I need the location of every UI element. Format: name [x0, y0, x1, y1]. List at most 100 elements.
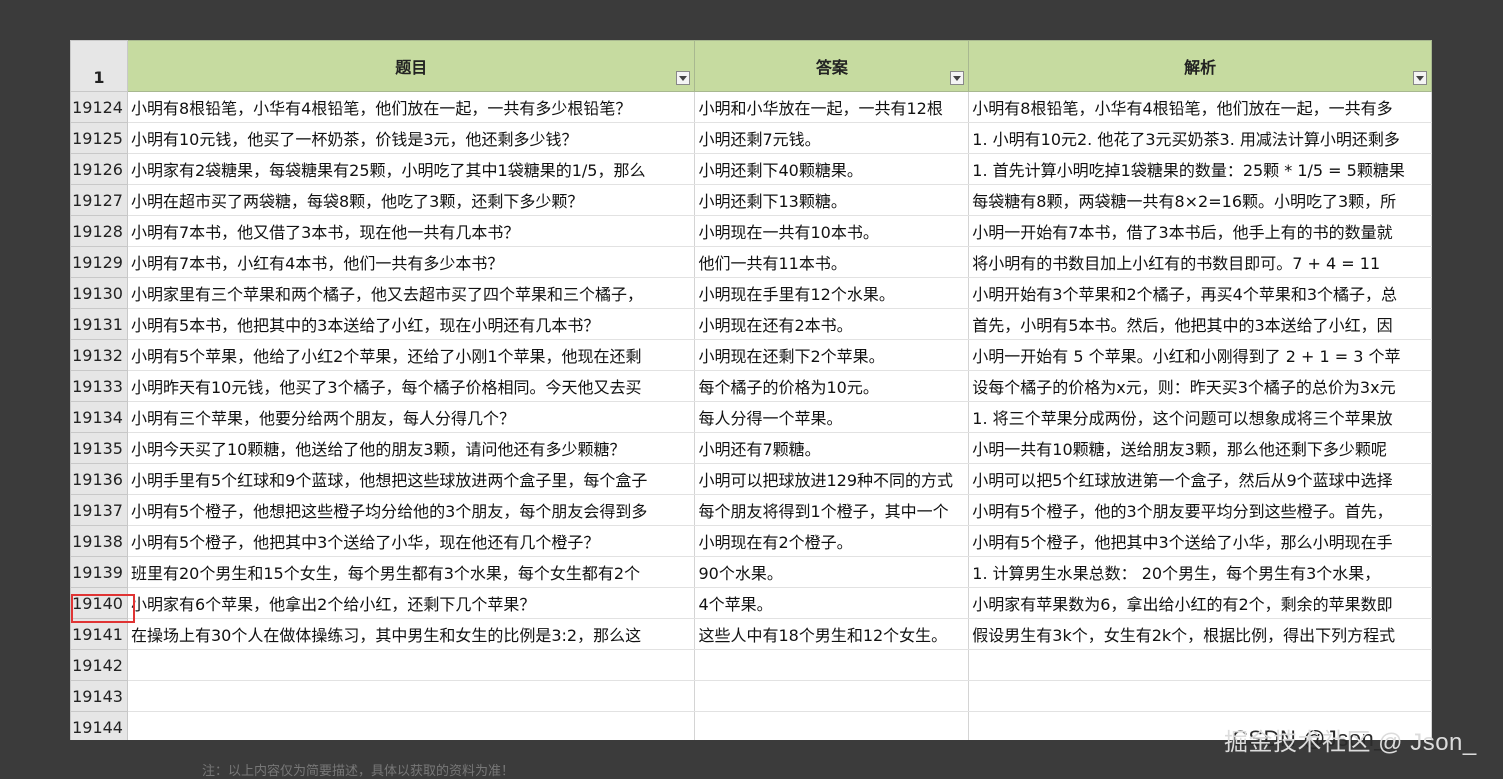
cell-answer[interactable]: 小明现在手里有12个水果。 — [694, 277, 970, 309]
cell-answer[interactable] — [694, 649, 970, 681]
cell-explanation[interactable]: 1. 计算男生水果总数： 20个男生，每个男生有3个水果， — [968, 556, 1432, 588]
cell-explanation[interactable]: 1. 首先计算小明吃掉1袋糖果的数量：25颗 * 1/5 = 5颗糖果 — [968, 153, 1432, 185]
cell-question[interactable]: 小明有5个苹果，他给了小红2个苹果，还给了小刚1个苹果，他现在还剩 — [127, 339, 696, 371]
row-number[interactable]: 19124 — [70, 91, 128, 123]
row-number[interactable]: 19143 — [70, 680, 128, 712]
filter-dropdown-icon[interactable] — [676, 71, 691, 85]
filter-dropdown-icon[interactable] — [950, 71, 965, 85]
cell-question[interactable]: 小明有5个橙子，他想把这些橙子均分给他的3个朋友，每个朋友会得到多 — [127, 494, 696, 526]
cell-answer[interactable]: 小明还有7颗糖。 — [694, 432, 970, 464]
cell-answer[interactable]: 小明现在还剩下2个苹果。 — [694, 339, 970, 371]
row-number[interactable]: 19139 — [70, 556, 128, 588]
cell-question[interactable]: 班里有20个男生和15个女生，每个男生都有3个水果，每个女生都有2个 — [127, 556, 696, 588]
row-number[interactable]: 19138 — [70, 525, 128, 557]
cell-explanation[interactable]: 小明家有苹果数为6，拿出给小红的有2个，剩余的苹果数即 — [968, 587, 1432, 619]
column-header-question[interactable]: 题目 — [126, 40, 696, 92]
cell-explanation[interactable]: 假设男生有3k个，女生有2k个，根据比例，得出下列方程式 — [968, 618, 1432, 650]
cell-explanation[interactable]: 将小明有的书数目加上小红有的书数目即可。7 + 4 = 11 — [968, 246, 1432, 278]
cell-answer[interactable] — [694, 711, 970, 740]
cell-question[interactable]: 小明有10元钱，他买了一杯奶茶，价钱是3元，他还剩多少钱？ — [127, 122, 696, 154]
column-header-explanation[interactable]: 解析 — [968, 40, 1432, 92]
cell-question[interactable]: 小明有8根铅笔，小华有4根铅笔，他们放在一起，一共有多少根铅笔？ — [127, 91, 696, 123]
cell-explanation[interactable]: 小明有5个橙子，他把其中3个送给了小华，那么小明现在手 — [968, 525, 1432, 557]
table-row: 19134 小明有三个苹果，他要分给两个朋友，每人分得几个？ 每人分得一个苹果。 1.… — [70, 401, 1432, 433]
cell-explanation[interactable]: 小明有8根铅笔，小华有4根铅笔，他们放在一起，一共有多 — [968, 91, 1432, 123]
cell-question[interactable]: 小明今天买了10颗糖，他送给了他的朋友3颗，请问他还有多少颗糖？ — [127, 432, 696, 464]
cell-explanation[interactable]: 小明一开始有 5 个苹果。小红和小刚得到了 2 + 1 = 3 个苹 — [968, 339, 1432, 371]
cell-explanation[interactable]: 设每个橘子的价格为x元，则：昨天买3个橘子的总价为3x元 — [968, 370, 1432, 402]
cell-answer[interactable]: 小明现在还有2本书。 — [694, 308, 970, 340]
filter-dropdown-icon[interactable] — [1413, 71, 1427, 85]
row-number[interactable]: 19126 — [70, 153, 128, 185]
cell-answer[interactable]: 每个朋友将得到1个橙子，其中一个 — [694, 494, 970, 526]
cell-answer[interactable]: 小明和小华放在一起，一共有12根 — [694, 91, 970, 123]
cell-question[interactable]: 小明手里有5个红球和9个蓝球，他想把这些球放进两个盒子里，每个盒子 — [127, 463, 696, 495]
cell-question[interactable]: 小明有三个苹果，他要分给两个朋友，每人分得几个？ — [127, 401, 696, 433]
row-number[interactable]: 19133 — [70, 370, 128, 402]
cell-question[interactable] — [127, 680, 696, 712]
cell-question[interactable] — [127, 711, 696, 740]
cell-explanation[interactable]: 首先，小明有5本书。然后，他把其中的3本送给了小红，因 — [968, 308, 1432, 340]
cell-answer[interactable]: 他们一共有11本书。 — [694, 246, 970, 278]
table-row: 19128 小明有7本书，他又借了3本书，现在他一共有几本书？ 小明现在一共有10本… — [70, 215, 1432, 247]
row-number[interactable]: 19128 — [70, 215, 128, 247]
cell-explanation[interactable]: 1. 小明有10元2. 他花了3元买奶茶3. 用减法计算小明还剩多 — [968, 122, 1432, 154]
row-number[interactable]: 19137 — [70, 494, 128, 526]
cell-answer[interactable]: 这些人中有18个男生和12个女生。 — [694, 618, 970, 650]
cell-question[interactable]: 小明有7本书，小红有4本书，他们一共有多少本书？ — [127, 246, 696, 278]
cell-explanation[interactable] — [968, 680, 1432, 712]
cell-question[interactable]: 小明在超市买了两袋糖，每袋8颗，他吃了3颗，还剩下多少颗？ — [127, 184, 696, 216]
cell-answer[interactable]: 90个水果。 — [694, 556, 970, 588]
cell-explanation[interactable]: 小明有5个橙子，他的3个朋友要平均分到这些橙子。首先， — [968, 494, 1432, 526]
cell-question[interactable]: 小明家里有三个苹果和两个橘子，他又去超市买了四个苹果和三个橘子， — [127, 277, 696, 309]
cell-question[interactable]: 小明家有6个苹果，他拿出2个给小红，还剩下几个苹果？ — [127, 587, 696, 619]
data-grid: 1 题目 答案 解析 19124 小明有8根铅笔，小华有4根铅笔，他们放在一起，一… — [70, 40, 1432, 740]
row-number[interactable]: 19131 — [70, 308, 128, 340]
cell-explanation[interactable] — [968, 649, 1432, 681]
cell-answer[interactable]: 小明还剩下40颗糖果。 — [694, 153, 970, 185]
cell-explanation[interactable]: 1. 将三个苹果分成两份，这个问题可以想象成将三个苹果放 — [968, 401, 1432, 433]
row-number[interactable]: 19136 — [70, 463, 128, 495]
cell-answer[interactable]: 4个苹果。 — [694, 587, 970, 619]
row-number[interactable]: 19127 — [70, 184, 128, 216]
cell-answer[interactable]: 小明还剩下13颗糖。 — [694, 184, 970, 216]
cell-question[interactable]: 小明有7本书，他又借了3本书，现在他一共有几本书？ — [127, 215, 696, 247]
row-number[interactable]: 19142 — [70, 649, 128, 681]
cell-question[interactable]: 在操场上有30个人在做体操练习，其中男生和女生的比例是3:2，那么这 — [127, 618, 696, 650]
header-row: 1 题目 答案 解析 — [70, 40, 1432, 92]
cell-explanation[interactable]: 小明可以把5个红球放进第一个盒子，然后从9个蓝球中选择 — [968, 463, 1432, 495]
row-number-header[interactable]: 1 — [70, 40, 128, 92]
table-row: 19139 班里有20个男生和15个女生，每个男生都有3个水果，每个女生都有2个 9… — [70, 556, 1432, 588]
row-number[interactable]: 19129 — [70, 246, 128, 278]
row-number[interactable]: 19132 — [70, 339, 128, 371]
cell-answer[interactable]: 小明可以把球放进129种不同的方式 — [694, 463, 970, 495]
cell-question[interactable]: 小明有5个橙子，他把其中3个送给了小华，现在他还有几个橙子？ — [127, 525, 696, 557]
cell-answer[interactable]: 小明现在一共有10本书。 — [694, 215, 970, 247]
cell-explanation[interactable]: 小明一开始有7本书，借了3本书后，他手上有的书的数量就 — [968, 215, 1432, 247]
cell-answer[interactable]: 每人分得一个苹果。 — [694, 401, 970, 433]
cell-question[interactable]: 小明家有2袋糖果，每袋糖果有25颗，小明吃了其中1袋糖果的1/5，那么 — [127, 153, 696, 185]
cell-answer[interactable]: 小明还剩7元钱。 — [694, 122, 970, 154]
cell-explanation[interactable]: 每袋糖有8颗，两袋糖一共有8×2=16颗。小明吃了3颗，所 — [968, 184, 1432, 216]
cell-explanation[interactable]: 小明开始有3个苹果和2个橘子，再买4个苹果和3个橘子，总 — [968, 277, 1432, 309]
cell-explanation[interactable]: 小明一共有10颗糖，送给朋友3颗，那么他还剩下多少颗呢 — [968, 432, 1432, 464]
table-row: 19131 小明有5本书，他把其中的3本送给了小红，现在小明还有几本书？ 小明现在还… — [70, 308, 1432, 340]
cell-answer[interactable]: 小明现在有2个橙子。 — [694, 525, 970, 557]
row-number[interactable]: 19130 — [70, 277, 128, 309]
cell-question[interactable]: 小明昨天有10元钱，他买了3个橘子，每个橘子价格相同。今天他又去买 — [127, 370, 696, 402]
cell-answer[interactable] — [694, 680, 970, 712]
row-number[interactable]: 19140 — [70, 587, 128, 619]
column-header-answer[interactable]: 答案 — [694, 40, 970, 92]
cell-question[interactable]: 小明有5本书，他把其中的3本送给了小红，现在小明还有几本书？ — [127, 308, 696, 340]
row-number[interactable]: 19125 — [70, 122, 128, 154]
cell-question[interactable] — [127, 649, 696, 681]
cell-answer[interactable]: 每个橘子的价格为10元。 — [694, 370, 970, 402]
row-number[interactable]: 19135 — [70, 432, 128, 464]
row-number[interactable]: 19144 — [70, 711, 128, 740]
row-number[interactable]: 19141 — [70, 618, 128, 650]
table-row: 19130 小明家里有三个苹果和两个橘子，他又去超市买了四个苹果和三个橘子， 小明现… — [70, 277, 1432, 309]
table-row: 19137 小明有5个橙子，他想把这些橙子均分给他的3个朋友，每个朋友会得到多 每个… — [70, 494, 1432, 526]
table-row: 19135 小明今天买了10颗糖，他送给了他的朋友3颗，请问他还有多少颗糖？ 小明还… — [70, 432, 1432, 464]
table-row: 19124 小明有8根铅笔，小华有4根铅笔，他们放在一起，一共有多少根铅笔？ 小明和… — [70, 91, 1432, 123]
row-number[interactable]: 19134 — [70, 401, 128, 433]
